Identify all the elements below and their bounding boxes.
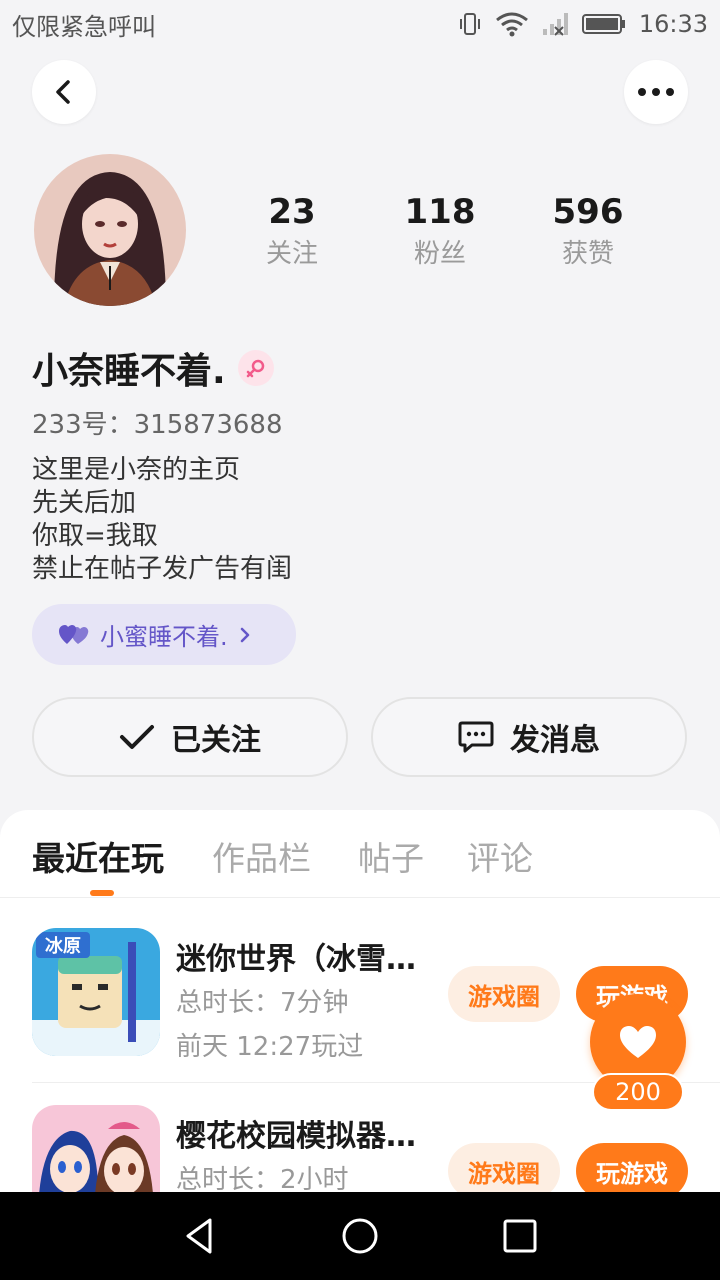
tab-comments[interactable]: 评论 (467, 832, 533, 880)
stat-likes[interactable]: 596 获赞 (528, 192, 648, 270)
status-icons: 16:33 (457, 10, 708, 38)
bio-line: 先关后加 (32, 488, 137, 518)
stat-label: 获赞 (561, 239, 614, 269)
carrier-text: 仅限紧急呼叫 (12, 12, 156, 41)
game-icon-mini-world: 冰原 (32, 928, 160, 1056)
back-button[interactable] (32, 60, 96, 124)
nav-home-icon[interactable] (320, 1196, 400, 1276)
game-icon-label: 冰原 (45, 935, 81, 957)
stat-label: 关注 (265, 239, 318, 269)
chevron-left-icon (56, 80, 70, 104)
more-button[interactable] (624, 60, 688, 124)
game-row[interactable]: 樱花校园模拟器… 总时长：2小时 游戏圈 玩游戏 (32, 1105, 720, 1192)
play-game-button[interactable]: 玩游戏 (576, 1143, 688, 1192)
avatar[interactable] (34, 154, 186, 306)
profile-name: 小奈睡不着. (32, 351, 226, 392)
followed-label: 已关注 (171, 723, 261, 758)
chevron-right-icon (240, 627, 249, 642)
stat-following[interactable]: 23 关注 (232, 192, 352, 270)
game-title: 迷你世界（冰雪… (176, 942, 416, 977)
tab-bar: 最近在玩 作品栏 帖子 评论 (0, 810, 720, 898)
stat-label: 粉丝 (413, 239, 466, 269)
female-icon (237, 350, 274, 386)
message-button[interactable]: 发消息 (371, 697, 687, 777)
user-id: 233号：315873688 (32, 410, 283, 440)
double-heart-icon (59, 624, 89, 644)
status-bar: 仅限紧急呼叫 16:33 (0, 0, 720, 48)
game-icon-sakura-school (32, 1105, 160, 1192)
bio-line: 禁止在帖子发广告有闺 (32, 554, 293, 584)
cp-label: 小蜜睡不着. (100, 623, 228, 651)
active-tab-indicator (90, 890, 114, 896)
signal-icon (541, 11, 569, 37)
bio-line: 你取=我取 (32, 521, 158, 551)
profile-name-row: 小奈睡不着. (32, 342, 274, 394)
system-nav-bar (0, 1192, 720, 1280)
like-count: 200 (592, 1073, 684, 1111)
more-horizontal-icon (638, 88, 674, 96)
battery-icon (581, 11, 627, 37)
clock-text: 16:33 (638, 10, 708, 38)
cp-link[interactable]: 小蜜睡不着. (32, 604, 296, 665)
game-title: 樱花校园模拟器… (176, 1119, 416, 1154)
game-circle-button[interactable]: 游戏圈 (448, 1143, 560, 1192)
tab-posts[interactable]: 帖子 (358, 832, 424, 880)
bio-line: 这里是小奈的主页 (32, 455, 241, 485)
nav-recents-icon[interactable] (480, 1196, 560, 1276)
stat-value: 118 (404, 192, 476, 232)
tab-works[interactable]: 作品栏 (212, 832, 311, 880)
bio: 这里是小奈的主页 先关后加 你取=我取 禁止在帖子发广告有闺 (32, 454, 292, 586)
stat-value: 23 (268, 192, 316, 232)
wifi-icon (495, 11, 529, 37)
nav-back-icon[interactable] (160, 1196, 240, 1276)
check-icon (120, 725, 154, 749)
stat-value: 596 (552, 192, 624, 232)
game-last-played: 前天 12:27玩过 (176, 1032, 364, 1062)
game-duration: 总时长：2小时 (176, 1165, 349, 1192)
game-duration: 总时长：7分钟 (176, 988, 349, 1018)
game-circle-button[interactable]: 游戏圈 (448, 966, 560, 1022)
chat-icon (458, 721, 494, 753)
followed-button[interactable]: 已关注 (32, 697, 348, 777)
message-label: 发消息 (510, 723, 600, 758)
tab-recent-games[interactable]: 最近在玩 (32, 832, 164, 880)
stat-followers[interactable]: 118 粉丝 (380, 192, 500, 270)
vibrate-icon (457, 11, 483, 37)
heart-icon (620, 1026, 656, 1058)
